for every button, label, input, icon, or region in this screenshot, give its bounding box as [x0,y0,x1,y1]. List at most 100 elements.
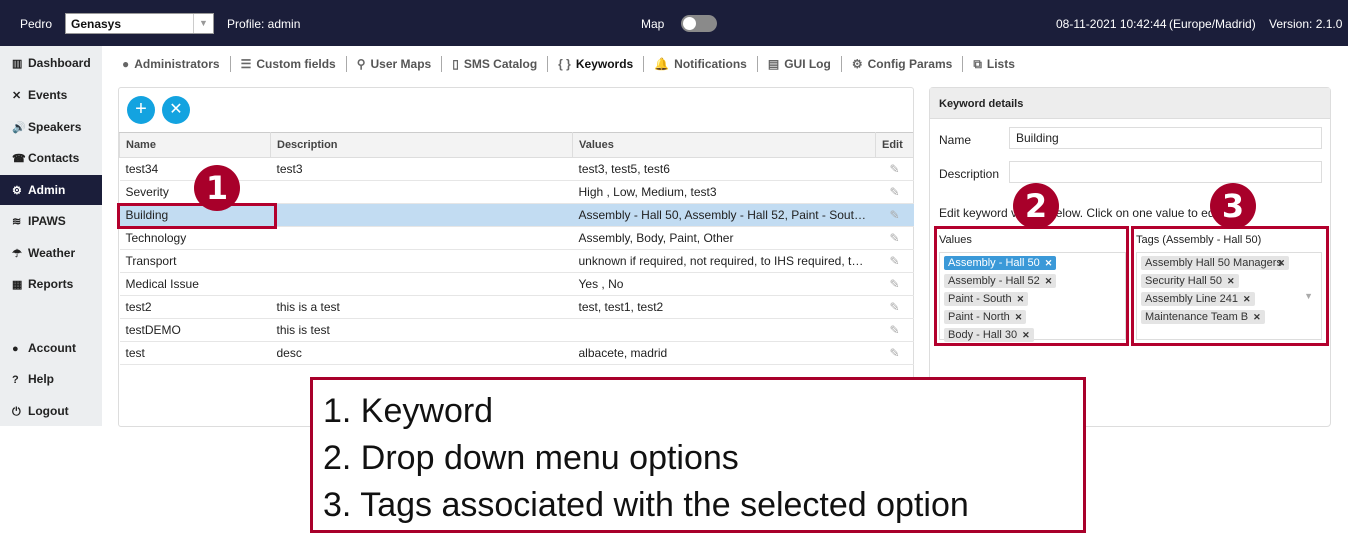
edit-cell[interactable]: ✎ [875,318,914,342]
cell-values: Yes , No [572,272,876,296]
table-row[interactable]: test desc albacete, madrid ✎ [119,341,914,365]
tab-user-maps[interactable]: ⚲ User Maps [347,56,443,72]
description-label: Description [939,167,1000,181]
chevron-down-icon[interactable]: ▼ [193,14,213,33]
tab-label: Keywords [575,57,634,71]
keywords-table: Name Description Values Edit test34 test3… [119,132,914,365]
table-row[interactable]: test34 test3 test3, test5, test6 ✎ [119,157,914,181]
organization-select[interactable]: Genasys ▼ [65,13,214,34]
umbrella-icon: ☂ [12,248,22,260]
sidebar-item-reports[interactable]: ▦ Reports [0,269,102,299]
cell-name: Technology [119,226,271,250]
tab-custom-fields[interactable]: ☰ Custom fields [231,56,347,72]
edit-icon[interactable]: ✎ [889,323,899,337]
plus-icon: + [135,98,147,120]
map-toggle[interactable] [681,15,717,32]
sidebar-item-label: Help [28,372,55,386]
edit-icon[interactable]: ✎ [889,185,899,199]
edit-icon[interactable]: ✎ [889,300,899,314]
sidebar-item-weather[interactable]: ☂ Weather [0,238,102,268]
edit-cell[interactable]: ✎ [875,203,914,227]
cell-values: albacete, madrid [572,341,876,365]
sidebar-item-speakers[interactable]: 🔊 Speakers [0,112,102,142]
sidebar-item-contacts[interactable]: ☎ Contacts [0,143,102,173]
help-icon: ? [12,374,19,386]
sidebar-item-events[interactable]: ✕ Events [0,80,102,110]
sidebar-item-ipaws[interactable]: ≋ IPAWS [0,206,102,236]
cell-name: Transport [119,249,271,273]
tab-lists[interactable]: ⧉ Lists [963,56,1025,72]
sidebar-item-label: IPAWS [28,214,66,228]
version: Version: 2.1.0 [1269,17,1343,31]
edit-hint: Edit keyword values below. Click on one … [939,206,1234,220]
bell-icon: 🔔 [654,57,670,71]
table-row[interactable]: Medical Issue Yes , No ✎ [119,272,914,296]
tab-gui-log[interactable]: ▤ GUI Log [758,56,842,72]
close-icon: ✕ [169,101,183,118]
sidebar-item-help[interactable]: ? Help [0,364,102,394]
table-row[interactable]: test2 this is a test test, test1, test2 ✎ [119,295,914,319]
gear-icon: ⚙ [12,185,22,197]
name-label: Name [939,133,972,147]
add-button[interactable]: + [127,96,155,124]
edit-icon[interactable]: ✎ [889,346,899,360]
cell-description [270,180,573,204]
cell-values: High , Low, Medium, test3 [572,180,876,204]
edit-cell[interactable]: ✎ [875,226,914,250]
admin-tabs: ● Administrators ☰ Custom fields ⚲ User Maps ▯… [112,55,1025,73]
tab-administrators[interactable]: ● Administrators [112,56,231,72]
phone-icon: ☎ [12,153,26,165]
name-input[interactable]: Building [1009,127,1322,149]
sidebar-item-label: Weather [28,246,76,260]
server-icon: ☰ [240,57,252,71]
table-row[interactable]: testDEMO this is test ✎ [119,318,914,342]
cell-name: test2 [119,295,271,319]
user-icon: ● [12,343,19,355]
edit-cell[interactable]: ✎ [875,249,914,273]
cell-values: test, test1, test2 [572,295,876,319]
tab-sms-catalog[interactable]: ▯ SMS Catalog [442,56,549,72]
edit-cell[interactable]: ✎ [875,341,914,365]
edit-icon[interactable]: ✎ [889,231,899,245]
edit-cell[interactable]: ✎ [875,157,914,181]
cell-name: testDEMO [119,318,271,342]
tab-config-params[interactable]: ⚙ Config Params [842,56,964,72]
edit-cell[interactable]: ✎ [875,295,914,319]
edit-icon[interactable]: ✎ [889,277,899,291]
cell-description: this is a test [270,295,573,319]
speaker-icon: 🔊 [12,122,26,134]
cell-description: this is test [270,318,573,342]
legend-item-3: 3. Tags associated with the selected opt… [323,486,969,524]
table-row[interactable]: Technology Assembly, Body, Paint, Other ✎ [119,226,914,250]
tab-label: GUI Log [784,57,831,71]
tab-label: Notifications [674,57,747,71]
edit-cell[interactable]: ✎ [875,180,914,204]
sidebar-item-admin[interactable]: ⚙ Admin [0,175,102,205]
edit-cell[interactable]: ✎ [875,272,914,296]
table-row[interactable]: Transport unknown if required, not requir… [119,249,914,273]
cell-description: desc [270,341,573,365]
sidebar-item-label: Events [28,88,68,102]
annotation-box-tags [1131,226,1329,346]
tab-label: Administrators [134,57,220,71]
sidebar-item-dashboard[interactable]: ▥ Dashboard [0,48,102,78]
description-input[interactable] [1009,161,1322,183]
profile-label: Profile: admin [227,17,301,31]
sidebar-item-account[interactable]: ● Account [0,333,102,363]
edit-icon[interactable]: ✎ [889,254,899,268]
column-header-name[interactable]: Name [119,132,271,158]
tab-label: User Maps [370,57,432,71]
tab-notifications[interactable]: 🔔 Notifications [644,56,758,72]
column-header-values[interactable]: Values [572,132,876,158]
legend-item-2: 2. Drop down menu options [323,439,739,477]
edit-icon[interactable]: ✎ [889,208,899,222]
tab-keywords[interactable]: { } Keywords [548,56,645,72]
sidebar-item-logout[interactable]: ⏻ Logout [0,396,102,426]
remove-button[interactable]: ✕ [162,96,190,124]
edit-icon[interactable]: ✎ [889,162,899,176]
annotation-box-values [934,226,1129,346]
column-header-description[interactable]: Description [270,132,573,158]
wifi-icon: ≋ [12,216,22,228]
sidebar-item-label: Reports [28,277,74,291]
file-icon: ▤ [767,57,780,71]
